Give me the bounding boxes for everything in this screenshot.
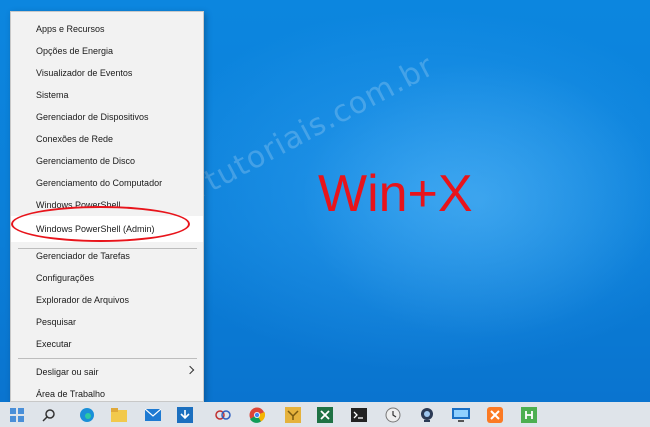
menu-item-apps[interactable]: Apps e Recursos <box>11 18 203 40</box>
menu-item-event-viewer[interactable]: Visualizador de Eventos <box>11 62 203 84</box>
menu-item-device-manager[interactable]: Gerenciador de Dispositivos <box>11 106 203 128</box>
menu-separator <box>18 358 197 359</box>
menu-item-task-manager[interactable]: Gerenciador de Tarefas <box>11 245 203 267</box>
download-icon[interactable] <box>170 402 200 427</box>
start-icon[interactable] <box>2 402 32 427</box>
menu-item-search[interactable]: Pesquisar <box>11 311 203 333</box>
green-app-icon[interactable] <box>514 402 544 427</box>
menu-item-run[interactable]: Executar <box>11 333 203 355</box>
excel-icon[interactable] <box>310 402 340 427</box>
edge-icon[interactable] <box>72 402 102 427</box>
menu-item-settings[interactable]: Configurações <box>11 267 203 289</box>
menu-item-computer-management[interactable]: Gerenciamento do Computador <box>11 172 203 194</box>
menu-item-shutdown-label: Desligar ou sair <box>36 367 99 377</box>
webcam-icon[interactable] <box>412 402 442 427</box>
mail-icon[interactable] <box>138 402 168 427</box>
menu-item-disk-management[interactable]: Gerenciamento de Disco <box>11 150 203 172</box>
menu-item-network[interactable]: Conexões de Rede <box>11 128 203 150</box>
terminal-icon[interactable] <box>344 402 374 427</box>
menu-item-power-options[interactable]: Opções de Energia <box>11 40 203 62</box>
chrome-icon[interactable] <box>242 402 272 427</box>
menu-item-system[interactable]: Sistema <box>11 84 203 106</box>
clock-icon[interactable] <box>378 402 408 427</box>
remote-desktop-icon[interactable] <box>446 402 476 427</box>
xampp-icon[interactable] <box>480 402 510 427</box>
chevron-right-icon <box>185 365 195 375</box>
search-icon[interactable] <box>34 402 64 427</box>
highlight-ellipse <box>11 206 190 242</box>
file-explorer-icon[interactable] <box>104 402 134 427</box>
menu-item-shutdown[interactable]: Desligar ou sair <box>11 361 203 383</box>
menu-item-file-explorer[interactable]: Explorador de Arquivos <box>11 289 203 311</box>
taskbar <box>0 402 650 427</box>
snipping-tool-icon[interactable] <box>208 402 238 427</box>
folder-tool-icon[interactable] <box>278 402 308 427</box>
hotkey-label: Win+X <box>318 165 473 223</box>
